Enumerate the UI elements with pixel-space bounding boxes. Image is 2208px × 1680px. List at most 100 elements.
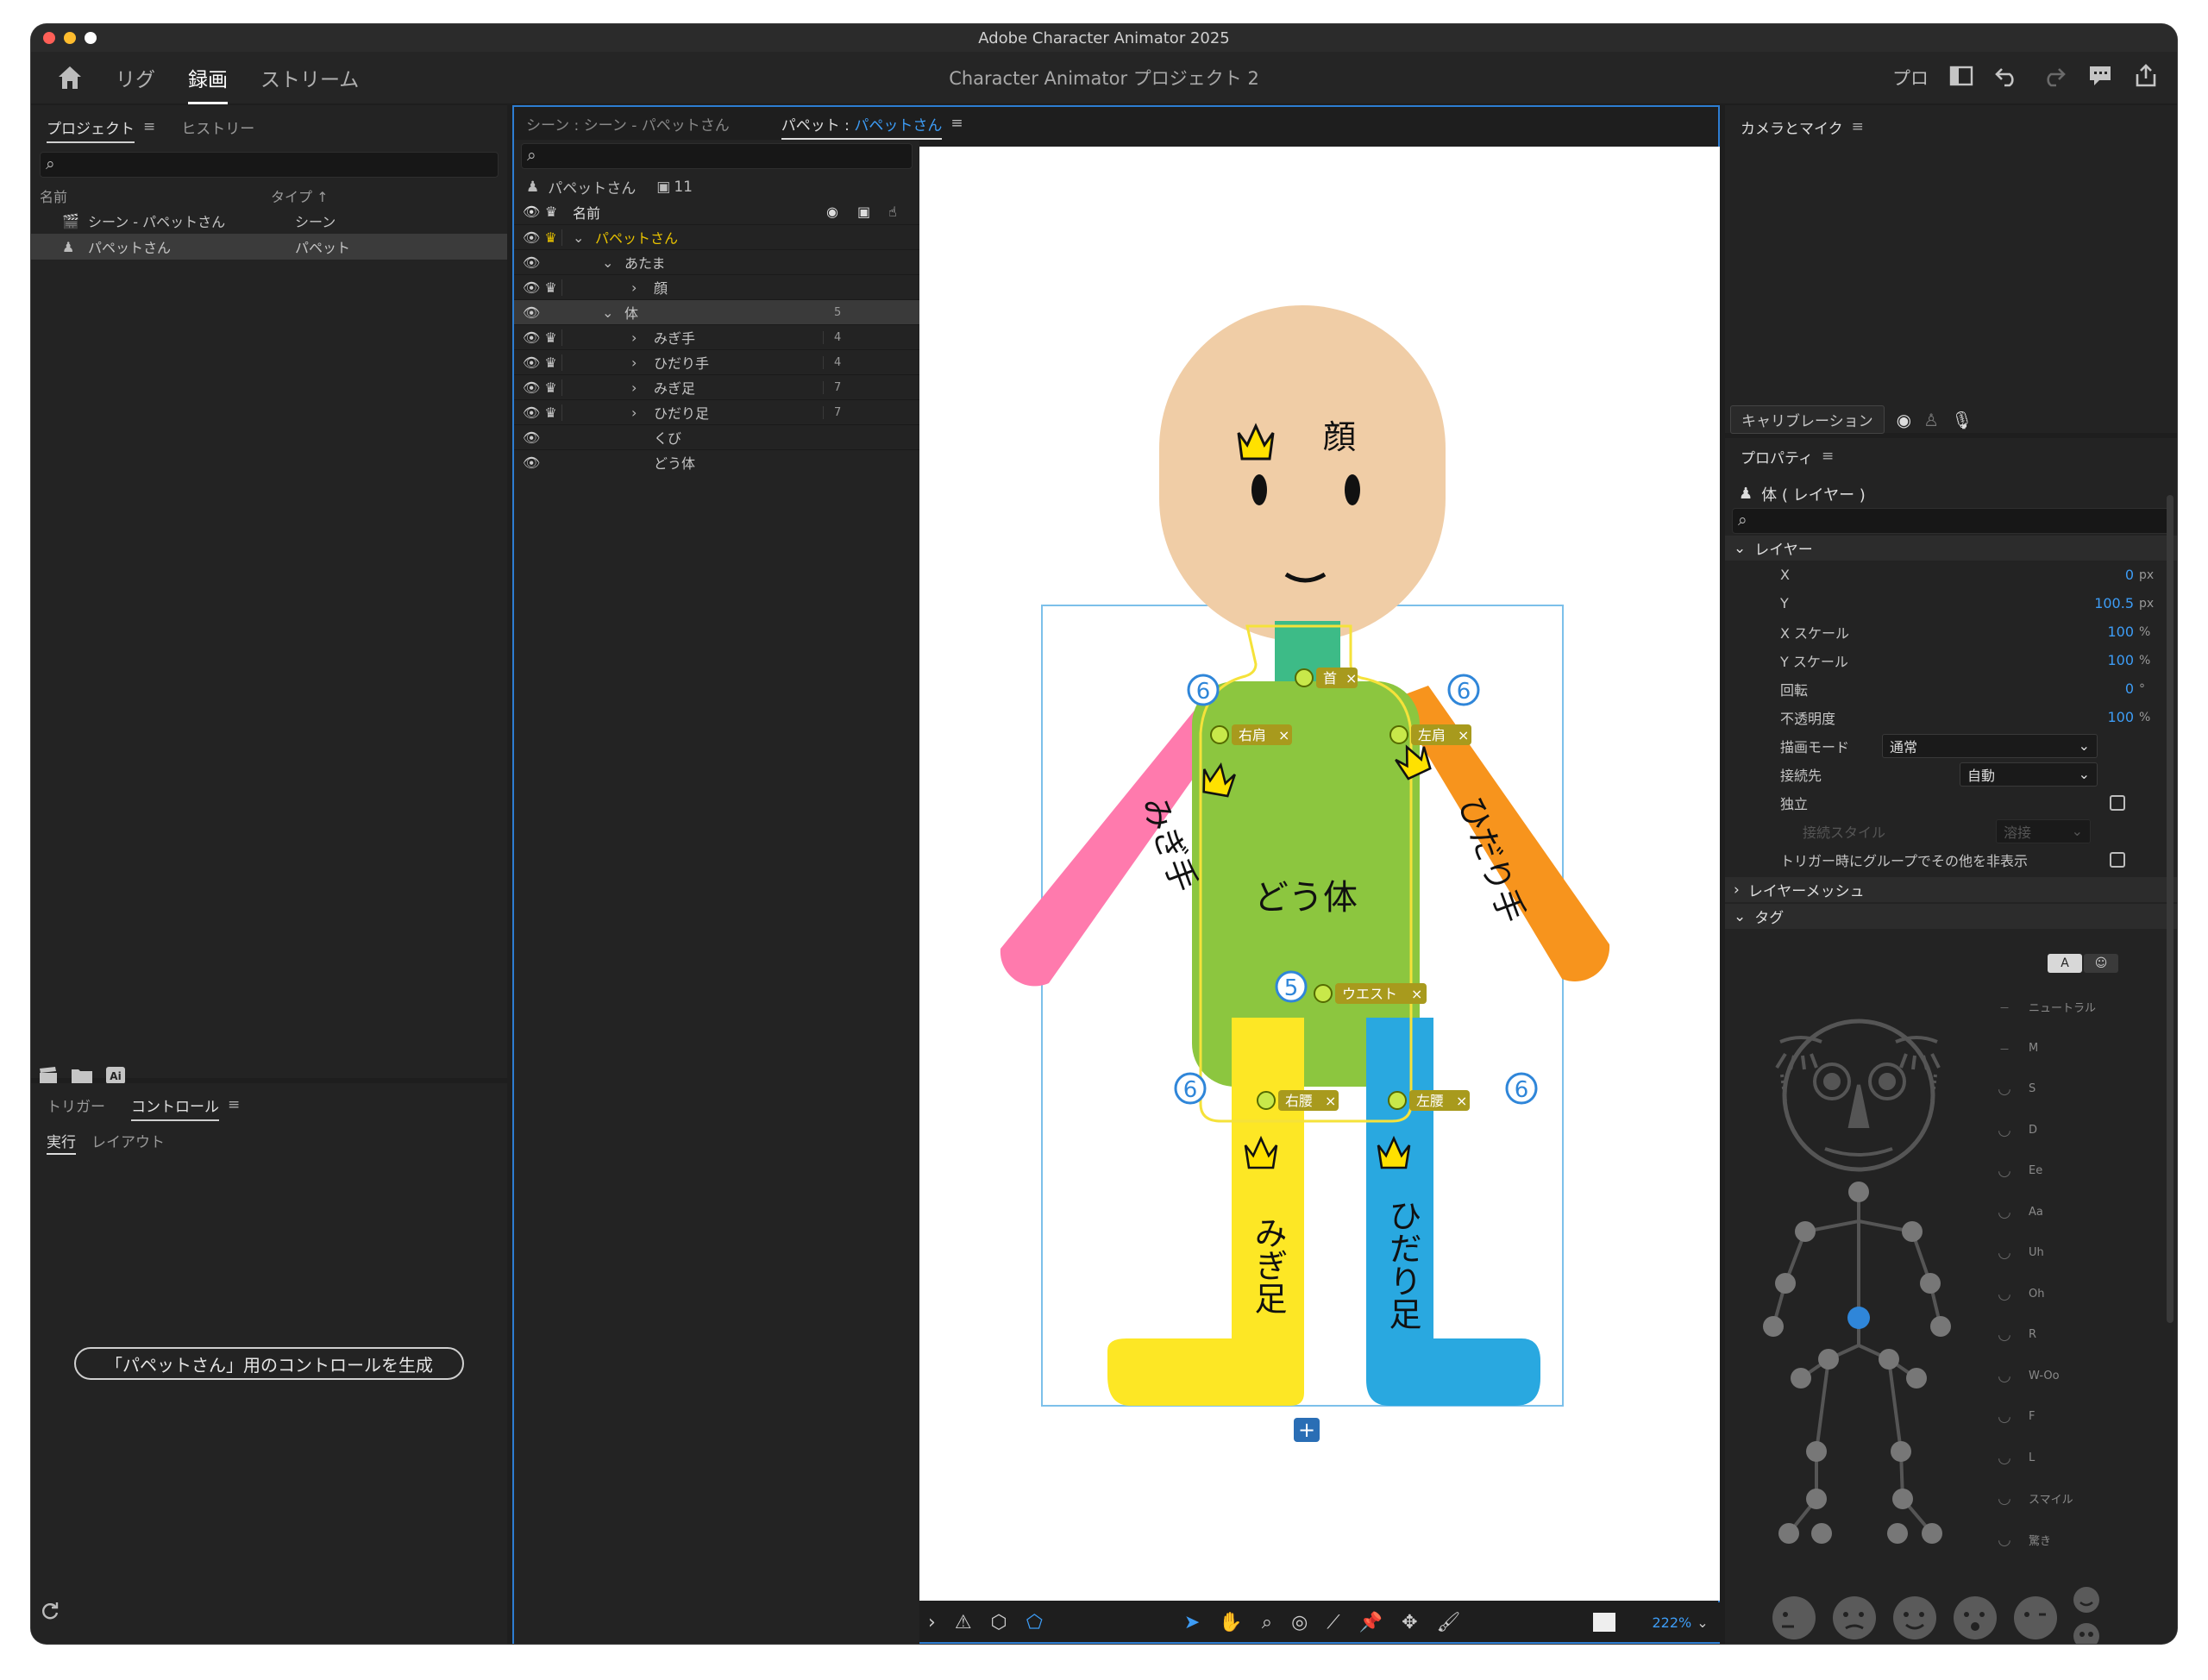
camera-panel-title[interactable]: カメラとマイク — [1741, 116, 1843, 138]
properties-panel-title[interactable]: プロパティ — [1741, 446, 1813, 467]
layer-row[interactable]: 👁 ♛ › ひだり足 7 — [514, 399, 919, 424]
viseme-tag[interactable]: ⎯ ニュートラル — [1980, 987, 2170, 1028]
section-mesh-header[interactable]: › レイヤーメッシュ — [1725, 877, 2177, 902]
pin-tool-icon[interactable]: 📌 — [1359, 1612, 1383, 1633]
microphone-icon[interactable]: 🎙 — [1951, 410, 1973, 430]
controls-tab-0[interactable]: トリガー — [47, 1094, 105, 1116]
layer-search-input[interactable]: ⌕ — [521, 143, 913, 169]
generate-controls-button[interactable]: 「パペットさん」用のコントロールを生成 — [74, 1347, 464, 1380]
project-panel-menu-icon[interactable]: ≡ — [143, 118, 155, 135]
zoom-level[interactable]: 222% — [1652, 1614, 1691, 1631]
camera-panel-menu-icon[interactable]: ≡ — [1852, 118, 1864, 135]
tag-text-mode-button[interactable]: A — [2048, 954, 2082, 973]
tag-waist-dot[interactable] — [1847, 1307, 1870, 1329]
viseme-tag[interactable]: ⎯ M — [1980, 1028, 2170, 1069]
visibility-eye-icon[interactable]: 👁 — [514, 279, 540, 296]
maximize-window-button[interactable] — [85, 32, 97, 44]
close-window-button[interactable] — [43, 32, 55, 44]
expression-tag-smile-small-icon[interactable] — [2072, 1585, 2101, 1614]
workspace-tab-0[interactable]: リグ — [116, 56, 155, 99]
viseme-tag[interactable]: ◡ Ee — [1980, 1150, 2170, 1192]
camera-header-icon[interactable]: ▣ — [857, 204, 888, 220]
visibility-eye-icon[interactable]: 👁 — [514, 454, 540, 471]
crown-icon[interactable]: ♛ — [540, 329, 562, 346]
chevron-right-icon[interactable]: › — [631, 279, 649, 296]
controls-panel-menu-icon[interactable]: ≡ — [228, 1096, 240, 1113]
properties-panel-menu-icon[interactable]: ≡ — [1822, 448, 1834, 465]
outline-icon[interactable]: ⬠ — [1026, 1612, 1043, 1633]
expand-chevron-icon[interactable]: › — [928, 1612, 936, 1633]
left-hip-handle[interactable]: 左腰 × — [1388, 1090, 1470, 1111]
origin-tool-icon[interactable]: ◎ — [1291, 1612, 1308, 1633]
add-behavior-button[interactable]: + — [1294, 1418, 1320, 1442]
visibility-eye-icon[interactable]: 👁 — [514, 304, 540, 321]
property-value[interactable]: 100 — [2107, 652, 2134, 668]
expression-tag-neutral-icon[interactable] — [1770, 1594, 1818, 1642]
refresh-icon[interactable] — [40, 1601, 60, 1621]
visibility-eye-icon[interactable]: 👁 — [514, 254, 540, 271]
chevron-down-icon[interactable]: ⌄ — [602, 254, 619, 271]
chevron-down-icon[interactable]: ⌄ — [602, 304, 619, 321]
share-icon[interactable] — [2134, 63, 2158, 92]
property-value[interactable]: 100.5 — [2094, 595, 2134, 611]
visibility-eye-icon[interactable]: 👁 — [514, 379, 540, 396]
viseme-tag[interactable]: ◡ L — [1980, 1438, 2170, 1479]
select-tool-icon[interactable]: ➤ — [1184, 1612, 1200, 1633]
body-tracking-icon[interactable]: ♙ — [1923, 410, 1939, 430]
viseme-tag[interactable]: ◡ Uh — [1980, 1232, 2170, 1274]
project-tab-0[interactable]: プロジェクト — [47, 116, 135, 143]
hand-tool-icon[interactable]: ✋ — [1219, 1612, 1242, 1633]
visibility-eye-icon[interactable]: 👁 — [514, 429, 540, 446]
viseme-tag[interactable]: ◡ R — [1980, 1314, 2170, 1356]
viseme-tag[interactable]: ◡ W-Oo — [1980, 1356, 2170, 1397]
section-layer-header[interactable]: ⌄ レイヤー — [1725, 536, 2177, 561]
project-tab-1[interactable]: ヒストリー — [181, 116, 254, 138]
section-tags-header[interactable]: ⌄ タグ — [1725, 904, 2177, 929]
puppet-tab[interactable]: パペット : パペットさん — [781, 113, 943, 140]
puppet-tab-menu-icon[interactable]: ≡ — [950, 115, 963, 132]
layer-row[interactable]: 👁 ⌄ 体 5 — [514, 299, 919, 324]
chevron-right-icon[interactable]: › — [631, 404, 649, 421]
controls-subtab-0[interactable]: 実行 — [47, 1130, 76, 1155]
visibility-eye-icon[interactable]: 👁 — [514, 329, 540, 346]
viseme-tag[interactable]: ◡ 驚き — [1980, 1520, 2170, 1561]
neck-handle[interactable]: 首 × — [1295, 668, 1358, 688]
layer-row[interactable]: 👁 くび — [514, 424, 919, 449]
chevron-down-icon[interactable]: ⌄ — [573, 229, 590, 246]
zoom-tool-icon[interactable]: ⌕ — [1262, 1612, 1272, 1633]
layer-row[interactable]: 👁 ⌄ あたま — [514, 249, 919, 274]
zoom-dropdown-icon[interactable]: ⌄ — [1697, 1614, 1708, 1631]
column-name[interactable]: 名前 — [40, 185, 271, 206]
calibration-button[interactable]: キャリブレーション — [1730, 405, 1885, 434]
property-value[interactable]: 0 — [2125, 680, 2134, 697]
crown-icon[interactable]: ♛ — [540, 354, 562, 371]
left-shoulder-handle[interactable]: 左肩 × — [1389, 724, 1471, 745]
tag-face-mode-button[interactable]: ☺ — [2084, 954, 2118, 973]
visibility-eye-icon[interactable]: 👁 — [514, 229, 540, 246]
properties-scrollbar[interactable] — [2167, 495, 2174, 1323]
chevron-right-icon[interactable]: › — [631, 354, 649, 371]
properties-search-input[interactable]: ⌕ — [1732, 508, 2170, 534]
chevron-right-icon[interactable]: › — [631, 379, 649, 396]
controls-subtab-1[interactable]: レイアウト — [91, 1130, 165, 1155]
layer-row[interactable]: 👁 ♛ › みぎ足 7 — [514, 374, 919, 399]
crown-icon[interactable]: ♛ — [540, 379, 562, 396]
blend-mode-dropdown[interactable]: 通常 ⌄ — [1882, 733, 2098, 758]
attach-to-dropdown[interactable]: 自動 ⌄ — [1960, 762, 2098, 787]
layer-row[interactable]: 👁 どう体 — [514, 449, 919, 474]
expression-tag-wink-icon[interactable] — [2011, 1594, 2060, 1642]
home-icon[interactable] — [55, 63, 85, 92]
viseme-tag[interactable]: ◡ Oh — [1980, 1274, 2170, 1315]
right-shoulder-handle[interactable]: 右肩 × — [1210, 724, 1292, 745]
viseme-tag[interactable]: ◡ F — [1980, 1396, 2170, 1438]
expression-tag-sad-icon[interactable] — [1830, 1594, 1879, 1642]
expression-tag-skull-icon[interactable] — [2072, 1621, 2101, 1644]
redo-icon[interactable] — [2041, 65, 2067, 91]
mesh-icon[interactable]: ⬡ — [991, 1612, 1007, 1633]
workspace-tab-2[interactable]: ストリーム — [260, 56, 359, 99]
stick-tool-icon[interactable]: ⟋ — [1327, 1612, 1339, 1633]
project-item[interactable]: 🎬 シーン - パペットさん シーン — [31, 208, 507, 234]
minimize-window-button[interactable] — [64, 32, 76, 44]
workspace-menu-button[interactable]: プロ — [1892, 65, 1929, 91]
right-hip-handle[interactable]: 右腰 × — [1257, 1090, 1339, 1111]
